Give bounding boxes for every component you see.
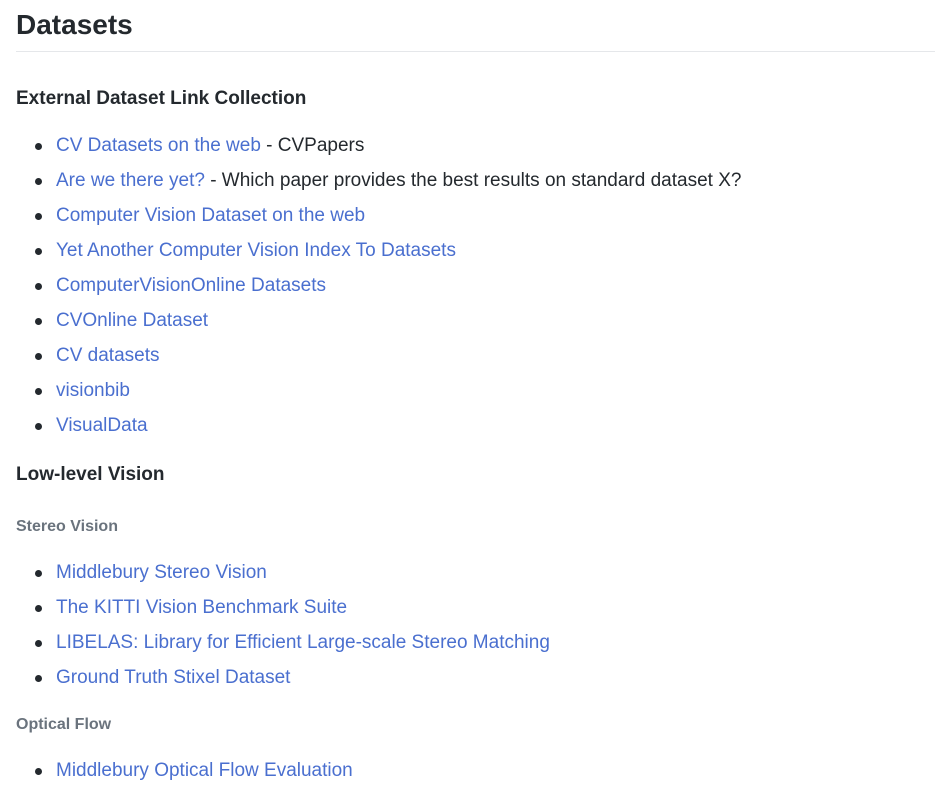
link-ground-truth-stixel-dataset[interactable]: Ground Truth Stixel Dataset xyxy=(56,667,290,688)
list-item: ComputerVisionOnline Datasets xyxy=(16,275,935,310)
link-libelas[interactable]: LIBELAS: Library for Efficient Large-sca… xyxy=(56,632,550,653)
stereo-vision-list: Middlebury Stereo Vision The KITTI Visio… xyxy=(16,562,935,702)
link-computervisiononline-datasets[interactable]: ComputerVisionOnline Datasets xyxy=(56,275,326,296)
link-computer-vision-dataset-on-the-web[interactable]: Computer Vision Dataset on the web xyxy=(56,205,365,226)
optical-flow-list: Middlebury Optical Flow Evaluation xyxy=(16,760,935,795)
bullet-icon xyxy=(35,605,42,612)
list-item: LIBELAS: Library for Efficient Large-sca… xyxy=(16,632,935,667)
item-suffix: - Which paper provides the best results … xyxy=(204,170,742,191)
bullet-icon xyxy=(35,353,42,360)
section-heading-low-level-vision: Low-level Vision xyxy=(16,464,165,485)
list-item: Middlebury Stereo Vision xyxy=(16,562,935,597)
link-visionbib[interactable]: visionbib xyxy=(56,380,130,401)
bullet-icon xyxy=(35,248,42,255)
bullet-icon xyxy=(35,213,42,220)
external-dataset-list: CV Datasets on the web - CVPapers Are we… xyxy=(16,135,935,450)
link-are-we-there-yet[interactable]: Are we there yet? xyxy=(56,170,205,191)
section-heading-external: External Dataset Link Collection xyxy=(16,88,307,109)
page-title: Datasets xyxy=(16,0,935,52)
bullet-icon xyxy=(35,178,42,185)
list-item: Computer Vision Dataset on the web xyxy=(16,205,935,240)
bullet-icon xyxy=(35,423,42,430)
list-item: Ground Truth Stixel Dataset xyxy=(16,667,935,702)
bullet-icon xyxy=(35,570,42,577)
link-middlebury-optical-flow[interactable]: Middlebury Optical Flow Evaluation xyxy=(56,760,353,781)
link-middlebury-stereo-vision[interactable]: Middlebury Stereo Vision xyxy=(56,562,267,583)
bullet-icon xyxy=(35,283,42,290)
bullet-icon xyxy=(35,143,42,150)
list-item: CV Datasets on the web - CVPapers xyxy=(16,135,935,170)
link-cv-datasets-on-the-web[interactable]: CV Datasets on the web xyxy=(56,135,261,156)
list-item: Middlebury Optical Flow Evaluation xyxy=(16,760,935,795)
list-item: visionbib xyxy=(16,380,935,415)
bullet-icon xyxy=(35,640,42,647)
link-cv-datasets[interactable]: CV datasets xyxy=(56,345,160,366)
list-item: CVOnline Dataset xyxy=(16,310,935,345)
item-suffix: - CVPapers xyxy=(260,135,365,156)
list-item: Yet Another Computer Vision Index To Dat… xyxy=(16,240,935,275)
link-visualdata[interactable]: VisualData xyxy=(56,415,148,436)
subsection-heading-stereo-vision: Stereo Vision xyxy=(16,518,118,535)
link-yet-another-cv-index[interactable]: Yet Another Computer Vision Index To Dat… xyxy=(56,240,456,261)
bullet-icon xyxy=(35,388,42,395)
link-kitti-vision-benchmark[interactable]: The KITTI Vision Benchmark Suite xyxy=(56,597,347,618)
bullet-icon xyxy=(35,675,42,682)
link-cvonline-dataset[interactable]: CVOnline Dataset xyxy=(56,310,208,331)
list-item: Are we there yet? - Which paper provides… xyxy=(16,170,935,205)
subsection-heading-optical-flow: Optical Flow xyxy=(16,716,112,733)
list-item: The KITTI Vision Benchmark Suite xyxy=(16,597,935,632)
bullet-icon xyxy=(35,318,42,325)
list-item: CV datasets xyxy=(16,345,935,380)
list-item: VisualData xyxy=(16,415,935,450)
bullet-icon xyxy=(35,768,42,775)
markdown-body: Datasets External Dataset Link Collectio… xyxy=(16,0,935,795)
